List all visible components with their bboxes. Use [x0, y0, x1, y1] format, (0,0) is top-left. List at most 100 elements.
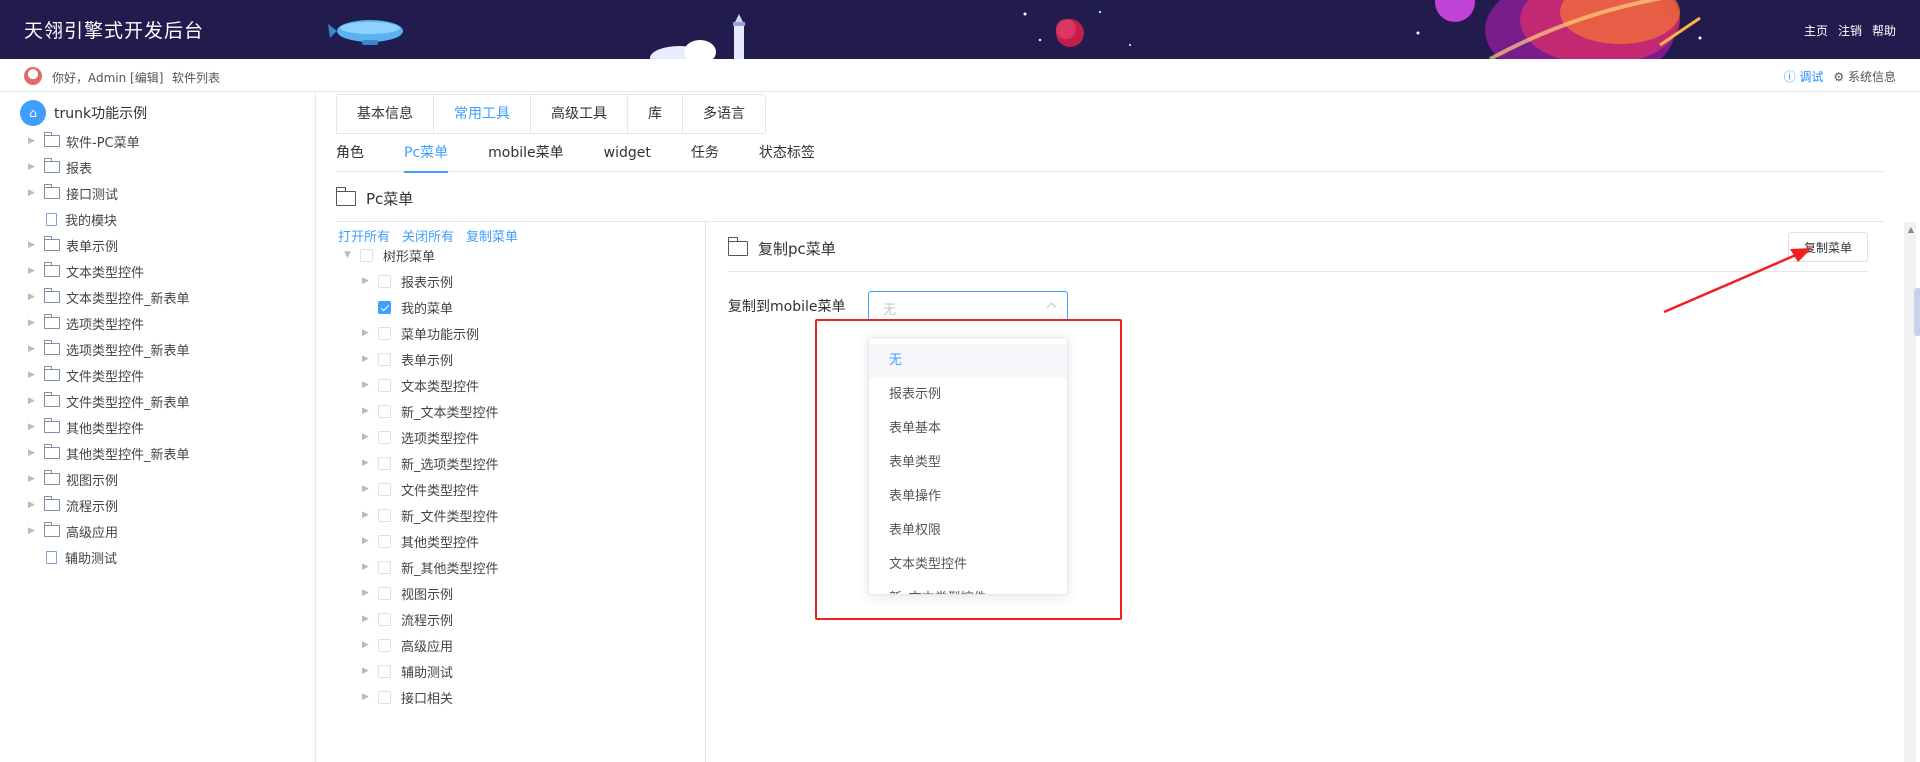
software-list-link[interactable]: 软件列表: [172, 69, 220, 86]
tab-primary[interactable]: 库: [628, 95, 683, 133]
chevron-right-icon[interactable]: ▶: [362, 510, 378, 520]
tree-item[interactable]: ▶ 视图示例: [28, 466, 190, 492]
home-link[interactable]: 主页: [1804, 22, 1828, 39]
checkbox[interactable]: [378, 274, 391, 288]
chevron-right-icon[interactable]: ▶: [362, 588, 378, 598]
checkbox[interactable]: [378, 404, 391, 418]
tab-secondary[interactable]: Pc菜单: [404, 142, 449, 173]
dropdown-option[interactable]: 表单权限: [869, 514, 1067, 548]
chevron-right-icon[interactable]: ▶: [362, 614, 378, 624]
chevron-right-icon[interactable]: ▶: [362, 640, 378, 650]
checkbox[interactable]: [378, 430, 391, 444]
checkbox[interactable]: [378, 456, 391, 470]
menu-tree-root[interactable]: ▼ 树形菜单: [344, 242, 499, 268]
menu-tree-item[interactable]: ▶ 视图示例: [362, 580, 499, 606]
checkbox[interactable]: [378, 586, 391, 600]
tab-primary[interactable]: 基本信息: [337, 95, 434, 133]
checkbox[interactable]: [378, 508, 391, 522]
user-greeting[interactable]: 你好，Admin [编辑]: [52, 69, 163, 86]
dropdown-option[interactable]: 表单基本: [869, 412, 1067, 446]
chevron-right-icon[interactable]: ▶: [28, 448, 44, 458]
tree-item[interactable]: ▶ 其他类型控件_新表单: [28, 440, 190, 466]
checkbox[interactable]: [378, 560, 391, 574]
tab-primary[interactable]: 多语言: [683, 95, 765, 133]
checkbox[interactable]: [378, 352, 391, 366]
chevron-right-icon[interactable]: ▶: [28, 422, 44, 432]
dropdown-option[interactable]: 表单操作: [869, 480, 1067, 514]
checkbox[interactable]: [378, 482, 391, 496]
chevron-right-icon[interactable]: ▶: [28, 526, 44, 536]
tab-secondary[interactable]: 状态标签: [759, 142, 815, 172]
dropdown-option[interactable]: 新_文本类型控件: [869, 582, 1067, 594]
chevron-right-icon[interactable]: ▶: [28, 292, 44, 302]
tree-item[interactable]: ▶ 接口测试: [28, 180, 190, 206]
help-link[interactable]: 帮助: [1872, 22, 1896, 39]
dropdown-option[interactable]: 报表示例: [869, 378, 1067, 412]
menu-tree-item[interactable]: ▶ 其他类型控件: [362, 528, 499, 554]
checkbox[interactable]: [378, 378, 391, 392]
chevron-right-icon[interactable]: ▶: [28, 344, 44, 354]
system-info-link[interactable]: ⚙ 系统信息: [1833, 68, 1896, 85]
chevron-right-icon[interactable]: ▶: [28, 318, 44, 328]
tree-item[interactable]: ▶ 流程示例: [28, 492, 190, 518]
menu-tree-item[interactable]: ▶ 选项类型控件: [362, 424, 499, 450]
chevron-right-icon[interactable]: ▶: [362, 536, 378, 546]
chevron-right-icon[interactable]: ▶: [28, 396, 44, 406]
tab-secondary[interactable]: mobile菜单: [488, 142, 563, 172]
checkbox[interactable]: [360, 248, 373, 262]
tree-item[interactable]: ▶ 高级应用: [28, 518, 190, 544]
checkbox[interactable]: [378, 300, 391, 314]
menu-tree-item[interactable]: ▶ 接口相关: [362, 684, 499, 710]
copy-menu-button[interactable]: 复制菜单: [1788, 232, 1868, 262]
tree-item[interactable]: ▶ 文本类型控件: [28, 258, 190, 284]
tree-item[interactable]: ▶ 文本类型控件_新表单: [28, 284, 190, 310]
chevron-right-icon[interactable]: ▶: [362, 458, 378, 468]
tree-item[interactable]: ▶ 文件类型控件: [28, 362, 190, 388]
checkbox[interactable]: [378, 534, 391, 548]
tab-primary[interactable]: 常用工具: [434, 95, 531, 133]
chevron-right-icon[interactable]: ▶: [362, 666, 378, 676]
tree-item[interactable]: ▶ 其他类型控件: [28, 414, 190, 440]
tree-item[interactable]: 我的模块: [28, 206, 190, 232]
chevron-right-icon[interactable]: ▶: [28, 370, 44, 380]
scroll-up-icon[interactable]: ▲: [1908, 225, 1914, 234]
chevron-right-icon[interactable]: ▶: [28, 474, 44, 484]
chevron-right-icon[interactable]: ▶: [362, 692, 378, 702]
dropdown-option[interactable]: 表单类型: [869, 446, 1067, 480]
chevron-right-icon[interactable]: ▶: [362, 432, 378, 442]
menu-tree-item[interactable]: ▶ 报表示例: [362, 268, 499, 294]
chevron-right-icon[interactable]: ▶: [362, 380, 378, 390]
checkbox[interactable]: [378, 664, 391, 678]
menu-tree-item[interactable]: ▶ 新_文本类型控件: [362, 398, 499, 424]
chevron-right-icon[interactable]: ▶: [28, 136, 44, 146]
dropdown-option[interactable]: 无: [869, 344, 1067, 378]
chevron-right-icon[interactable]: ▶: [362, 406, 378, 416]
tree-root[interactable]: ⌂ trunk功能示例: [20, 100, 147, 126]
menu-tree-item[interactable]: ▶ 新_选项类型控件: [362, 450, 499, 476]
checkbox[interactable]: [378, 638, 391, 652]
menu-tree-item[interactable]: ▶ 辅助测试: [362, 658, 499, 684]
checkbox[interactable]: [378, 690, 391, 704]
menu-tree-item[interactable]: ▶ 文件类型控件: [362, 476, 499, 502]
tab-secondary[interactable]: 角色: [336, 142, 364, 172]
menu-tree-item[interactable]: ▶ 新_其他类型控件: [362, 554, 499, 580]
chevron-right-icon[interactable]: ▶: [28, 266, 44, 276]
menu-tree-item[interactable]: ▶ 表单示例: [362, 346, 499, 372]
side-handle[interactable]: [1914, 288, 1920, 336]
menu-tree-item[interactable]: ▶ 文本类型控件: [362, 372, 499, 398]
tree-item[interactable]: ▶ 报表: [28, 154, 190, 180]
chevron-right-icon[interactable]: ▶: [362, 354, 378, 364]
chevron-right-icon[interactable]: ▶: [362, 562, 378, 572]
menu-tree-item[interactable]: ▶ 流程示例: [362, 606, 499, 632]
chevron-right-icon[interactable]: ▶: [28, 240, 44, 250]
dropdown-option[interactable]: 文本类型控件: [869, 548, 1067, 582]
menu-tree-item[interactable]: 我的菜单: [362, 294, 499, 320]
menu-tree-item[interactable]: ▶ 高级应用: [362, 632, 499, 658]
tree-item[interactable]: ▶ 选项类型控件_新表单: [28, 336, 190, 362]
menu-tree-item[interactable]: ▶ 新_文件类型控件: [362, 502, 499, 528]
tree-item[interactable]: ▶ 选项类型控件: [28, 310, 190, 336]
tree-item[interactable]: ▶ 表单示例: [28, 232, 190, 258]
chevron-right-icon[interactable]: ▶: [28, 500, 44, 510]
mobile-menu-select[interactable]: 无: [868, 291, 1068, 321]
debug-link[interactable]: ⓘ 调试: [1784, 68, 1824, 85]
